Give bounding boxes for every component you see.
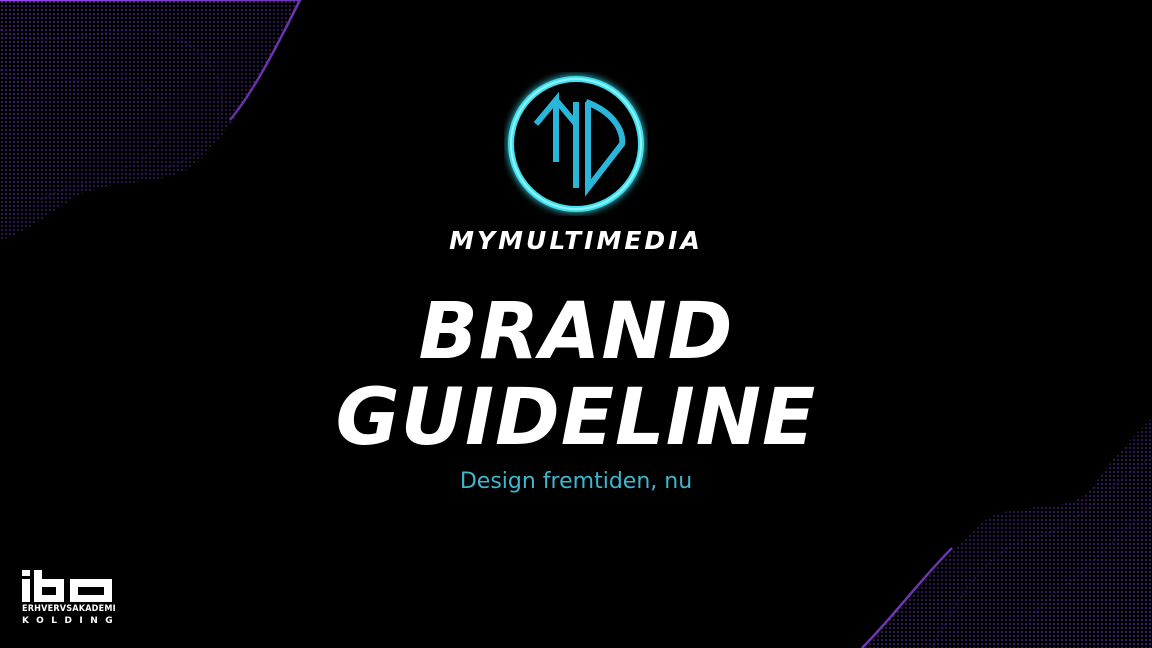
iba-logo: ERHVERVSAKADEMI KOLDING (22, 570, 122, 630)
title-line-2: GUIDELINE (335, 373, 817, 463)
tagline: Design fremtiden, nu (459, 469, 693, 494)
title-slide: MYMULTIMEDIA BRAND GUIDELINE Design frem… (0, 0, 1152, 648)
iba-logo-icon (22, 570, 112, 602)
iba-city: KOLDING (22, 616, 121, 626)
brand-name: MYMULTIMEDIA (449, 226, 703, 255)
title-line-1: BRAND (418, 287, 734, 377)
iba-name: ERHVERVSAKADEMI (22, 604, 116, 614)
purple-wave-top-left (0, 0, 320, 250)
mymultimedia-logo-icon (508, 76, 644, 212)
